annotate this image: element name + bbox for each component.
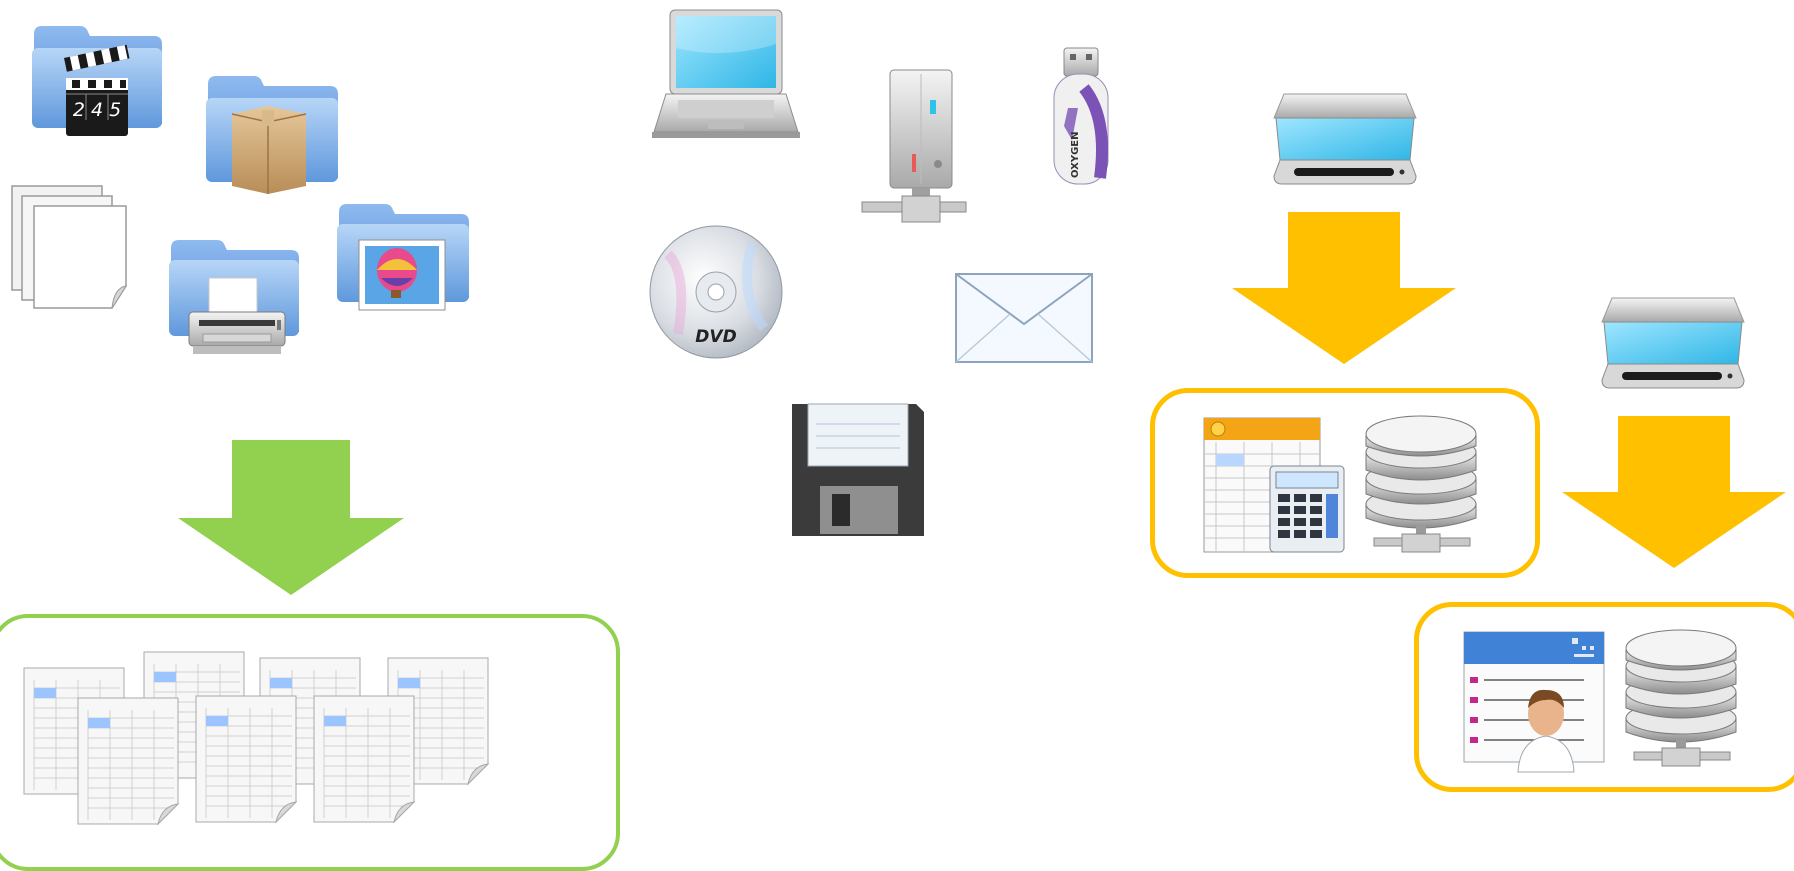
clapper-digits: 2 4 5	[73, 99, 121, 121]
floppy-disk-icon	[790, 402, 926, 538]
usb-drive-icon: OXYGEN	[1050, 47, 1112, 188]
laptop-icon	[652, 8, 800, 143]
database-server-icon	[1358, 414, 1484, 558]
printer-folder-icon	[165, 234, 303, 360]
down-arrow-icon	[178, 440, 404, 595]
down-arrow-icon	[1232, 212, 1456, 364]
email-envelope-icon	[954, 272, 1094, 366]
documents-stack-icon	[8, 182, 132, 312]
package-folder-icon	[202, 70, 342, 198]
network-server-icon	[860, 69, 967, 226]
pictures-folder-icon	[333, 198, 473, 314]
scanner-icon	[1270, 88, 1420, 188]
down-arrow-icon	[1562, 416, 1786, 568]
database-server-icon	[1618, 628, 1744, 772]
dvd-disc-icon: DVD	[648, 224, 784, 360]
usb-brand-label: OXYGEN	[1070, 131, 1081, 178]
dvd-label: DVD	[695, 327, 736, 347]
scanner-icon	[1598, 292, 1748, 392]
spreadsheet-calculator-icon	[1200, 414, 1346, 554]
spreadsheet-files-icon	[23, 651, 564, 842]
video-folder-icon: 2 4 5	[28, 20, 166, 140]
contact-card-icon	[1460, 628, 1608, 773]
